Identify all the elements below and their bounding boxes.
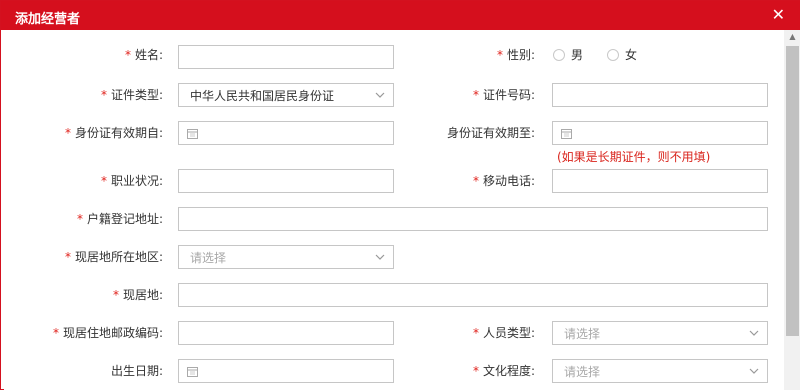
dialog-titlebar: 添加经营者 ✕ xyxy=(1,1,800,30)
occupation-label: * 职业状况: xyxy=(100,174,163,188)
education-select[interactable]: 请选择 xyxy=(552,359,768,383)
mobile-input[interactable] xyxy=(552,169,768,193)
birth-date-date[interactable] xyxy=(178,359,394,383)
mobile-label: * 移动电话: xyxy=(472,174,535,188)
id-valid-from-date[interactable] xyxy=(178,121,394,145)
gender-female-radio[interactable] xyxy=(607,49,619,61)
gender-male-label: 男 xyxy=(571,48,584,62)
dialog-title: 添加经营者 xyxy=(15,12,81,27)
residence-input[interactable] xyxy=(178,283,768,307)
chevron-down-icon xyxy=(375,254,385,260)
calendar-icon xyxy=(187,129,198,139)
id-type-label: * 证件类型: xyxy=(100,88,163,102)
id-valid-to-label: 身份证有效期至: xyxy=(446,126,535,140)
person-type-label: * 人员类型: xyxy=(472,326,535,340)
scrollbar[interactable]: ▲ xyxy=(784,30,800,390)
id-valid-to-hint: (如果是长期证件，则不用填) xyxy=(557,150,711,164)
scroll-up-icon[interactable]: ▲ xyxy=(784,30,800,44)
education-label: * 文化程度: xyxy=(472,364,535,378)
id-valid-to-date[interactable] xyxy=(552,121,768,145)
id-number-label: * 证件号码: xyxy=(472,88,535,102)
chevron-down-icon xyxy=(375,92,385,98)
add-operator-dialog: 添加经营者 ✕ * 姓名: * 性别: 男 女 * 证件类型: 中华人民共和国居民身份… xyxy=(0,0,800,390)
birth-date-label: 出生日期: xyxy=(110,364,163,378)
occupation-input[interactable] xyxy=(178,169,394,193)
calendar-icon xyxy=(561,129,572,139)
person-type-select[interactable]: 请选择 xyxy=(552,321,768,345)
gender-female-label: 女 xyxy=(625,48,638,62)
id-valid-from-label: * 身份证有效期自: xyxy=(64,126,163,140)
residence-label: * 现居地: xyxy=(112,288,163,302)
gender-label: * 性别: xyxy=(496,48,535,62)
scrollbar-thumb[interactable] xyxy=(786,46,799,336)
gender-male-radio[interactable] xyxy=(553,49,565,61)
name-input[interactable] xyxy=(178,45,394,69)
household-address-label: * 户籍登记地址: xyxy=(76,212,163,226)
household-address-input[interactable] xyxy=(178,207,768,231)
id-type-select[interactable]: 中华人民共和国居民身份证 xyxy=(178,83,394,107)
close-icon[interactable]: ✕ xyxy=(772,6,785,24)
postal-code-label: * 现居住地邮政编码: xyxy=(52,326,163,340)
calendar-icon xyxy=(187,367,198,377)
id-number-input[interactable] xyxy=(552,83,768,107)
chevron-down-icon xyxy=(749,330,759,336)
chevron-down-icon xyxy=(749,368,759,374)
residence-region-select[interactable]: 请选择 xyxy=(178,245,394,269)
name-label: * 姓名: xyxy=(124,48,163,62)
residence-region-label: * 现居地所在地区: xyxy=(64,250,163,264)
postal-code-input[interactable] xyxy=(178,321,394,345)
